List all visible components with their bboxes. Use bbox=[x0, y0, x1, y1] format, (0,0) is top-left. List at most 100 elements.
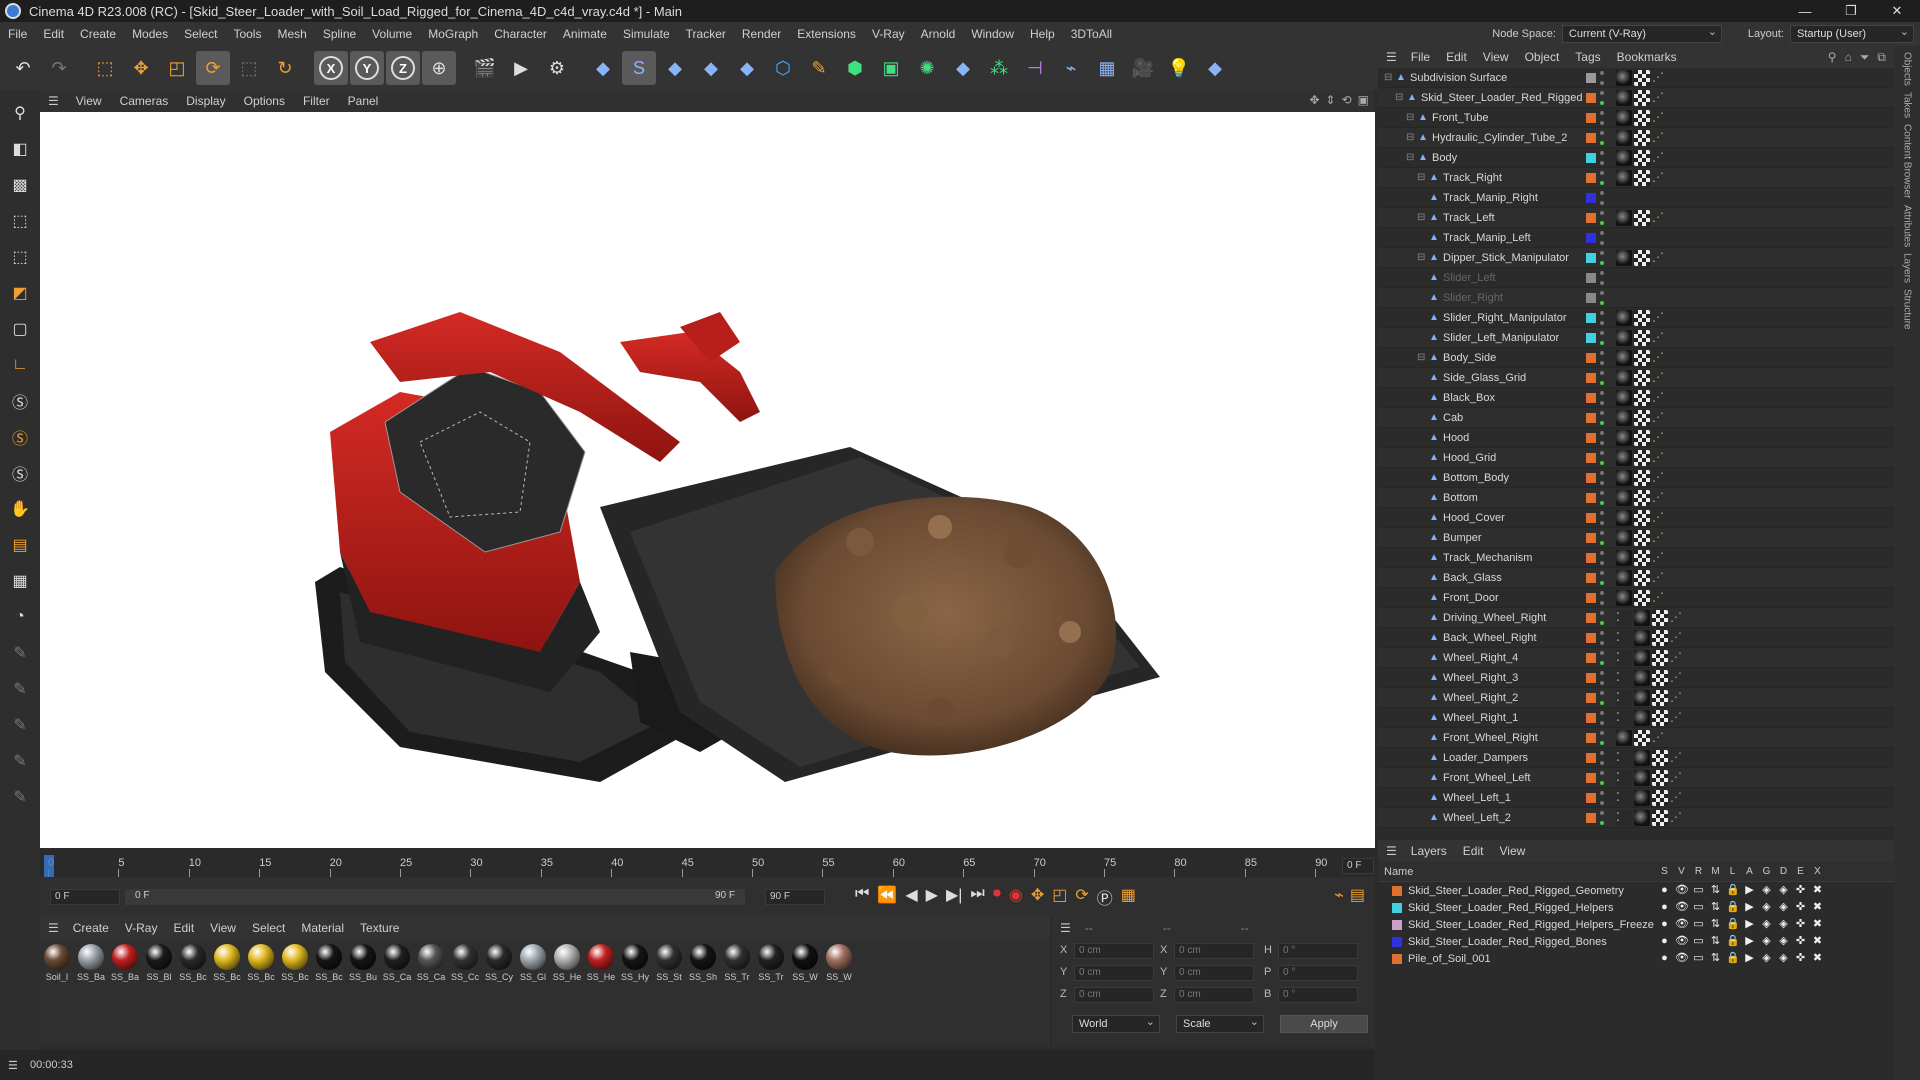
uvw-tag-icon[interactable] bbox=[1652, 670, 1668, 686]
layer-color-swatch[interactable] bbox=[1586, 173, 1596, 183]
animation-icon[interactable]: ▶ bbox=[1743, 901, 1756, 914]
phong-tag-icon[interactable] bbox=[1652, 250, 1664, 266]
object-row[interactable]: ▲ Front_Door bbox=[1378, 588, 1894, 608]
model-mode-icon[interactable]: ◧ bbox=[4, 134, 36, 164]
material-swatch[interactable]: SS_Gl bbox=[518, 944, 548, 988]
material-tag-icon[interactable] bbox=[1634, 630, 1650, 646]
material-swatch[interactable]: SS_Ca bbox=[416, 944, 446, 988]
layer-color-swatch[interactable] bbox=[1586, 793, 1596, 803]
joint-tool-icon[interactable]: ✎ bbox=[4, 710, 36, 740]
object-row[interactable]: ▲ Hood_Cover bbox=[1378, 508, 1894, 528]
object-name[interactable]: Back_Wheel_Right bbox=[1443, 632, 1537, 644]
object-row[interactable]: ▲ Slider_Left bbox=[1378, 268, 1894, 288]
uvw-tag-icon[interactable] bbox=[1634, 590, 1650, 606]
uvw-tag-icon[interactable] bbox=[1634, 730, 1650, 746]
uvw-tag-icon[interactable] bbox=[1634, 470, 1650, 486]
object-name[interactable]: Body_Side bbox=[1443, 352, 1496, 364]
layer-color-swatch[interactable] bbox=[1392, 937, 1402, 947]
layer-color-swatch[interactable] bbox=[1586, 253, 1596, 263]
phong-tag-icon[interactable] bbox=[1652, 430, 1664, 446]
visibility-dots[interactable] bbox=[1600, 631, 1606, 645]
uvw-tag-icon[interactable] bbox=[1652, 650, 1668, 666]
viewport-menu-icon[interactable]: ☰ bbox=[40, 94, 67, 108]
visibility-dots[interactable] bbox=[1600, 151, 1606, 165]
solo-icon[interactable]: ● bbox=[1658, 901, 1671, 914]
keyframe-param-icon[interactable]: Ⓟ bbox=[1097, 885, 1113, 909]
subdivision-icon[interactable]: ⬢ bbox=[838, 51, 872, 85]
material-menu-view[interactable]: View bbox=[202, 921, 244, 935]
expand-toggle-icon[interactable]: ⊟ bbox=[1417, 172, 1425, 183]
visibility-dots[interactable] bbox=[1600, 71, 1606, 85]
menu-animate[interactable]: Animate bbox=[555, 27, 615, 41]
object-name[interactable]: Slider_Right_Manipulator bbox=[1443, 312, 1567, 324]
phong-tag-icon[interactable] bbox=[1670, 610, 1682, 626]
object-name[interactable]: Track_Mechanism bbox=[1443, 552, 1532, 564]
skin-tag-icon[interactable]: ⁚ bbox=[1616, 610, 1632, 626]
object-row[interactable]: ▲ Track_Manip_Right bbox=[1378, 188, 1894, 208]
make-editable-icon[interactable]: ⚲ bbox=[4, 98, 36, 128]
object-row[interactable]: ⊟ ▲ Subdivision Surface bbox=[1378, 68, 1894, 88]
layer-color-swatch[interactable] bbox=[1586, 553, 1596, 563]
spline-icon[interactable]: S bbox=[622, 51, 656, 85]
snap-icon[interactable]: Ⓢ bbox=[4, 386, 36, 416]
visibility-dots[interactable] bbox=[1600, 791, 1606, 805]
workplane-snap-icon[interactable]: Ⓢ bbox=[4, 458, 36, 488]
menu-tracker[interactable]: Tracker bbox=[678, 27, 734, 41]
visibility-dots[interactable] bbox=[1600, 591, 1606, 605]
current-frame-field[interactable]: 0 F bbox=[1342, 858, 1374, 874]
layer-color-swatch[interactable] bbox=[1586, 713, 1596, 723]
material-menu-create[interactable]: Create bbox=[65, 921, 117, 935]
coord-value-field[interactable]: 0 cm bbox=[1074, 965, 1154, 981]
layer-name[interactable]: Pile_of_Soil_001 bbox=[1408, 953, 1491, 965]
object-menu-bookmarks[interactable]: Bookmarks bbox=[1609, 50, 1685, 64]
layer-name[interactable]: Skid_Steer_Loader_Red_Rigged_Helpers_Fre… bbox=[1408, 919, 1654, 931]
expressions-icon[interactable]: ✜ bbox=[1794, 901, 1807, 914]
side-tab-takes[interactable]: Takes bbox=[1902, 92, 1913, 118]
object-name[interactable]: Track_Left bbox=[1443, 212, 1495, 224]
phong-tag-icon[interactable] bbox=[1652, 110, 1664, 126]
uvw-tag-icon[interactable] bbox=[1634, 170, 1650, 186]
object-name[interactable]: Wheel_Left_2 bbox=[1443, 812, 1511, 824]
phong-tag-icon[interactable] bbox=[1652, 730, 1664, 746]
object-name[interactable]: Hood_Cover bbox=[1443, 512, 1505, 524]
object-row[interactable]: ▲ Hood_Grid bbox=[1378, 448, 1894, 468]
phong-tag-icon[interactable] bbox=[1652, 170, 1664, 186]
python-icon-4[interactable]: ◆ bbox=[730, 51, 764, 85]
object-row[interactable]: ▲ Side_Glass_Grid bbox=[1378, 368, 1894, 388]
object-name[interactable]: Bottom_Body bbox=[1443, 472, 1509, 484]
layer-color-swatch[interactable] bbox=[1586, 273, 1596, 283]
object-name[interactable]: Wheel_Left_1 bbox=[1443, 792, 1511, 804]
polygons-mode-icon[interactable]: ◩ bbox=[4, 278, 36, 308]
expand-toggle-icon[interactable]: ⊟ bbox=[1406, 112, 1414, 123]
object-row[interactable]: ⊟ ▲ Hydraulic_Cylinder_Tube_2 bbox=[1378, 128, 1894, 148]
material-menu-material[interactable]: Material bbox=[293, 921, 352, 935]
phong-tag-icon[interactable] bbox=[1652, 70, 1664, 86]
manager-icon[interactable]: ⇅ bbox=[1709, 884, 1722, 897]
expand-toggle-icon[interactable]: ⊟ bbox=[1395, 92, 1403, 103]
layer-color-swatch[interactable] bbox=[1392, 886, 1402, 896]
phong-tag-icon[interactable] bbox=[1670, 670, 1682, 686]
coord-value-field[interactable]: 0 cm bbox=[1074, 943, 1154, 959]
visibility-dots[interactable] bbox=[1600, 411, 1606, 425]
visibility-dots[interactable] bbox=[1600, 91, 1606, 105]
object-menu-tags[interactable]: Tags bbox=[1567, 50, 1608, 64]
object-row[interactable]: ⊟ ▲ Front_Tube bbox=[1378, 108, 1894, 128]
coord-mode-dropdown[interactable]: Scale bbox=[1176, 1014, 1264, 1033]
field-icon[interactable]: ⌁ bbox=[1054, 51, 1088, 85]
expressions-icon[interactable]: ✜ bbox=[1794, 935, 1807, 948]
object-name[interactable]: Loader_Dampers bbox=[1443, 752, 1528, 764]
material-swatch[interactable]: SS_Ba bbox=[110, 944, 140, 988]
menu-character[interactable]: Character bbox=[486, 27, 555, 41]
expand-toggle-icon[interactable]: ⊟ bbox=[1406, 132, 1414, 143]
uvw-tag-icon[interactable] bbox=[1634, 370, 1650, 386]
manager-icon[interactable]: ⇅ bbox=[1709, 952, 1722, 965]
close-button[interactable]: ✕ bbox=[1874, 0, 1920, 22]
generators-icon[interactable]: ◈ bbox=[1760, 935, 1773, 948]
phong-tag-icon[interactable] bbox=[1652, 410, 1664, 426]
uvw-tag-icon[interactable] bbox=[1634, 250, 1650, 266]
generators-icon[interactable]: ◈ bbox=[1760, 901, 1773, 914]
render-icon[interactable]: ▭ bbox=[1692, 901, 1705, 914]
expand-toggle-icon[interactable]: ⊟ bbox=[1417, 252, 1425, 263]
viewport-menu-cameras[interactable]: Cameras bbox=[111, 94, 178, 108]
material-swatch[interactable]: SS_Ca bbox=[382, 944, 412, 988]
